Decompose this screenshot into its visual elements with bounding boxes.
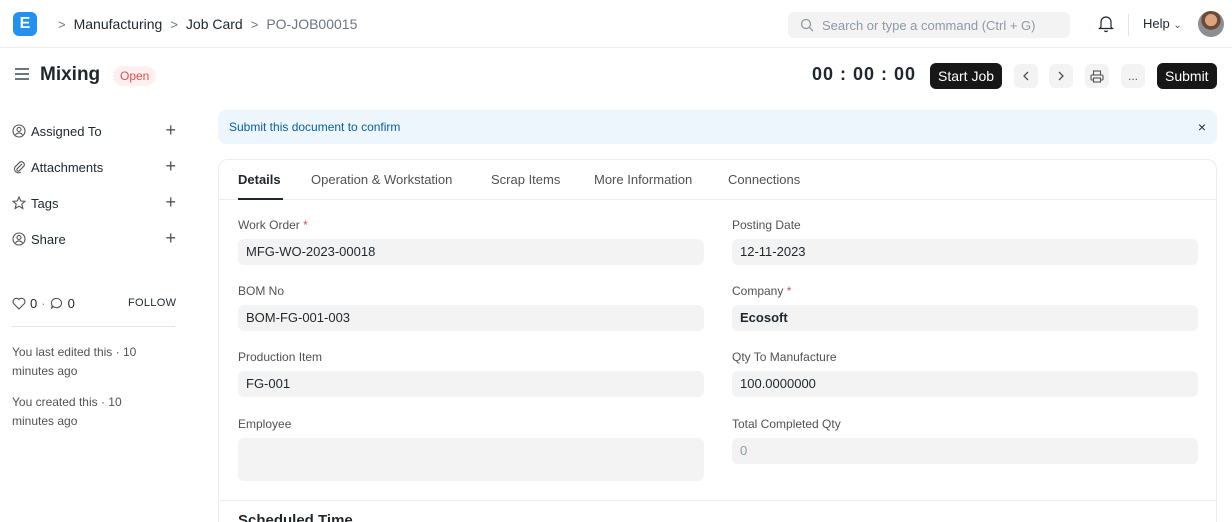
- form-card: Details Operation & Workstation Scrap It…: [218, 159, 1217, 522]
- bell-icon[interactable]: [1098, 15, 1114, 33]
- breadcrumb-job-card[interactable]: Job Card: [186, 16, 243, 32]
- employee-field[interactable]: [238, 438, 704, 481]
- company-field[interactable]: Ecosoft: [732, 305, 1198, 331]
- paperclip-icon: [14, 161, 25, 174]
- sidebar-item-label: Tags: [31, 195, 59, 211]
- navbar-divider: [1128, 14, 1129, 36]
- follow-button[interactable]: FOLLOW: [128, 297, 176, 309]
- user-plus-icon: [12, 124, 26, 138]
- work-order-label: Work Order *: [238, 218, 308, 232]
- sidebar-item-assigned-to[interactable]: Assigned To +: [12, 121, 176, 141]
- employee-label: Employee: [238, 417, 292, 431]
- start-job-button[interactable]: Start Job: [930, 63, 1003, 89]
- breadcrumb: > Manufacturing > Job Card > PO-JOB00015: [50, 0, 357, 48]
- tab-more-information[interactable]: More Information: [594, 172, 692, 187]
- last-edited-note: You last edited this · 10 minutes ago: [12, 345, 137, 378]
- section-heading: Scheduled Time: [238, 512, 353, 522]
- tab-connections[interactable]: Connections: [728, 172, 800, 187]
- search-placeholder: Search or type a command (Ctrl + G): [822, 17, 1036, 33]
- form-tabs: Details Operation & Workstation Scrap It…: [219, 160, 1216, 200]
- chevron-down-icon: ⌄: [1173, 20, 1182, 31]
- more-actions-button[interactable]: ...: [1121, 64, 1145, 88]
- breadcrumb-current-doc[interactable]: PO-JOB00015: [266, 16, 357, 32]
- help-label: Help: [1143, 16, 1170, 31]
- likes-comments: 0 · 0: [12, 296, 75, 311]
- chevron-right-icon: [1058, 71, 1064, 81]
- chevron-left-icon: [1023, 71, 1029, 81]
- add-assignee-icon[interactable]: +: [165, 121, 176, 139]
- tab-operation-workstation[interactable]: Operation & Workstation: [311, 172, 452, 187]
- print-button[interactable]: [1085, 64, 1109, 88]
- production-item-label: Production Item: [238, 350, 323, 364]
- page-title: Mixing: [40, 64, 101, 85]
- navbar: E > Manufacturing > Job Card > PO-JOB000…: [0, 0, 1232, 48]
- tab-scrap-items[interactable]: Scrap Items: [491, 172, 560, 187]
- help-dropdown[interactable]: Help ⌄: [1143, 16, 1182, 31]
- sidebar-divider: [12, 326, 175, 327]
- created-note: You created this · 10 minutes ago: [12, 395, 122, 428]
- production-item-field[interactable]: FG-001: [238, 371, 704, 397]
- chevron-right-icon: >: [250, 16, 259, 32]
- avatar[interactable]: [1198, 11, 1224, 37]
- posting-date-label: Posting Date: [732, 218, 801, 232]
- sidebar-item-label: Assigned To: [31, 123, 102, 139]
- app-logo[interactable]: E: [13, 12, 37, 36]
- submit-button[interactable]: Submit: [1157, 63, 1217, 89]
- job-timer: 00 : 00 : 00: [812, 64, 917, 84]
- sidebar-item-label: Share: [31, 231, 66, 247]
- alert-message: Submit this document to confirm: [229, 120, 401, 134]
- close-icon[interactable]: ×: [1198, 110, 1206, 144]
- chevron-right-icon: >: [58, 16, 66, 32]
- search-icon: [800, 18, 814, 32]
- separator-dot: ·: [41, 296, 46, 311]
- add-share-icon[interactable]: +: [165, 229, 176, 247]
- previous-doc-button[interactable]: [1014, 64, 1038, 88]
- sidebar-toggle-icon[interactable]: [15, 68, 29, 80]
- add-attachment-icon[interactable]: +: [165, 157, 176, 175]
- sidebar-item-attachments[interactable]: Attachments +: [12, 157, 176, 177]
- tab-details[interactable]: Details: [238, 172, 281, 187]
- likes-count: 0: [30, 296, 38, 311]
- sidebar-item-share[interactable]: Share +: [12, 229, 176, 249]
- next-doc-button[interactable]: [1049, 64, 1073, 88]
- chevron-right-icon: >: [170, 16, 178, 32]
- company-label: Company *: [732, 284, 792, 298]
- status-badge: Open: [113, 66, 157, 86]
- submit-alert: Submit this document to confirm ×: [218, 110, 1217, 144]
- section-divider: [219, 500, 1216, 501]
- breadcrumb-manufacturing[interactable]: Manufacturing: [74, 16, 163, 32]
- add-tag-icon[interactable]: +: [165, 193, 176, 211]
- bom-no-label: BOM No: [238, 284, 285, 298]
- search-input[interactable]: Search or type a command (Ctrl + G): [788, 12, 1070, 38]
- bom-no-field[interactable]: BOM-FG-001-003: [238, 305, 704, 331]
- posting-date-field[interactable]: 12-11-2023: [732, 239, 1198, 265]
- share-icon: [12, 232, 26, 246]
- qty-to-manufacture-label: Qty To Manufacture: [732, 350, 837, 364]
- heart-icon[interactable]: [12, 297, 26, 310]
- qty-to-manufacture-field[interactable]: 100.0000000: [732, 371, 1198, 397]
- ellipsis-icon: ...: [1127, 69, 1138, 83]
- sidebar-item-tags[interactable]: Tags +: [12, 193, 176, 213]
- active-tab-indicator: [238, 198, 283, 200]
- comment-icon[interactable]: [50, 297, 64, 310]
- sidebar-item-label: Attachments: [31, 159, 104, 175]
- comments-count: 0: [67, 296, 75, 311]
- tag-icon: [12, 196, 26, 210]
- work-order-field[interactable]: MFG-WO-2023-00018: [238, 239, 704, 265]
- total-completed-qty-field: 0: [732, 438, 1198, 464]
- total-completed-qty-label: Total Completed Qty: [732, 417, 841, 431]
- printer-icon: [1090, 69, 1104, 83]
